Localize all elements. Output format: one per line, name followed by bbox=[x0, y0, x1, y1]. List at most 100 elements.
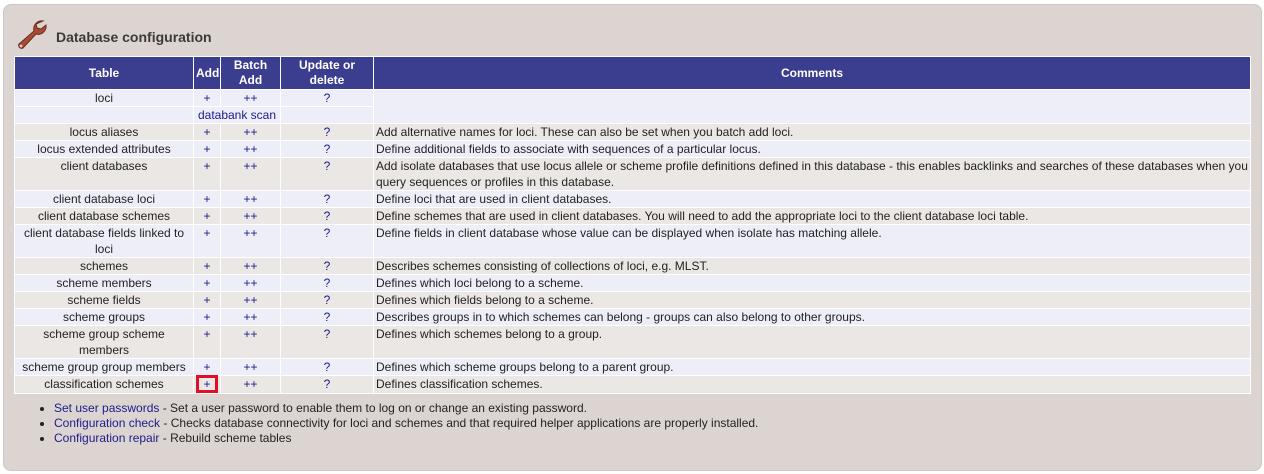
batch-add-link[interactable]: ++ bbox=[243, 377, 257, 391]
comment-cell: Describes schemes consisting of collecti… bbox=[373, 257, 1251, 275]
update-delete-link[interactable]: ? bbox=[324, 125, 331, 139]
table-row: scheme members + ++ ? Defines which loci… bbox=[14, 274, 1251, 292]
add-link[interactable]: + bbox=[203, 209, 210, 223]
table-row: scheme group scheme members + ++ ? Defin… bbox=[14, 325, 1251, 359]
batch-add-link[interactable]: ++ bbox=[243, 91, 257, 105]
update-delete-link[interactable]: ? bbox=[324, 209, 331, 223]
update-delete-link[interactable]: ? bbox=[324, 310, 331, 324]
comment-cell: Defines which fields belong to a scheme. bbox=[373, 291, 1251, 309]
batch-add-link[interactable]: ++ bbox=[243, 125, 257, 139]
update-delete-link[interactable]: ? bbox=[324, 293, 331, 307]
batch-add-link[interactable]: ++ bbox=[243, 293, 257, 307]
batch-add-link[interactable]: ++ bbox=[243, 259, 257, 273]
table-row: client databases + ++ ? Add isolate data… bbox=[14, 157, 1251, 191]
add-link[interactable]: + bbox=[203, 276, 210, 290]
table-row: classification schemes + ++ ? Defines cl… bbox=[14, 375, 1251, 394]
comment-cell: Define loci that are used in client data… bbox=[373, 190, 1251, 208]
add-link[interactable]: + bbox=[203, 226, 210, 240]
wrench-icon bbox=[18, 20, 47, 49]
link-description: - Checks database connectivity for loci … bbox=[160, 416, 759, 430]
table-name: loci bbox=[14, 89, 194, 107]
add-link[interactable]: + bbox=[203, 327, 210, 341]
col-header-update-delete: Update or delete bbox=[280, 56, 374, 90]
table-name: client databases bbox=[14, 157, 194, 191]
link-description: - Set a user password to enable them to … bbox=[159, 401, 587, 415]
batch-add-link[interactable]: ++ bbox=[243, 159, 257, 173]
add-link[interactable]: + bbox=[203, 310, 210, 324]
configuration-check-link[interactable]: Configuration check bbox=[54, 416, 160, 430]
update-delete-cell: ? bbox=[280, 89, 374, 107]
update-delete-link[interactable]: ? bbox=[324, 192, 331, 206]
set-user-passwords-link[interactable]: Set user passwords bbox=[54, 401, 159, 415]
add-link[interactable]: + bbox=[203, 159, 210, 173]
add-link[interactable]: + bbox=[203, 293, 210, 307]
add-link-highlighted[interactable]: + bbox=[196, 375, 218, 393]
table-row: loci + ++ ? bbox=[14, 89, 1251, 124]
batch-add-cell: ++ bbox=[220, 89, 281, 107]
update-delete-link[interactable]: ? bbox=[324, 91, 331, 105]
col-header-add: Add bbox=[193, 56, 221, 90]
batch-add-link[interactable]: ++ bbox=[243, 142, 257, 156]
comment-cell bbox=[373, 89, 1251, 124]
col-header-comments: Comments bbox=[373, 56, 1251, 90]
update-delete-link[interactable]: ? bbox=[324, 360, 331, 374]
comment-cell: Defines which schemes belong to a group. bbox=[373, 325, 1251, 359]
batch-add-link[interactable]: ++ bbox=[243, 360, 257, 374]
table-row: scheme group group members + ++ ? Define… bbox=[14, 358, 1251, 376]
add-link[interactable]: + bbox=[203, 360, 210, 374]
comment-cell: Defines which scheme groups belong to a … bbox=[373, 358, 1251, 376]
table-row: locus aliases + ++ ? Add alternative nam… bbox=[14, 123, 1251, 141]
list-item: Configuration check - Checks database co… bbox=[54, 416, 758, 431]
table-name: scheme group group members bbox=[14, 358, 194, 376]
comment-cell: Define schemes that are used in client d… bbox=[373, 207, 1251, 225]
add-link[interactable]: + bbox=[203, 91, 210, 105]
col-header-batch-add: Batch Add bbox=[220, 56, 281, 90]
add-link[interactable]: + bbox=[203, 125, 210, 139]
table-row: locus extended attributes + ++ ? Define … bbox=[14, 140, 1251, 158]
table-name: classification schemes bbox=[14, 375, 194, 394]
link-description: - Rebuild scheme tables bbox=[159, 431, 292, 445]
config-panel: Database configuration Table Add Batch A… bbox=[3, 4, 1262, 471]
table-name: scheme groups bbox=[14, 308, 194, 326]
add-link[interactable]: + bbox=[203, 192, 210, 206]
add-link[interactable]: + bbox=[203, 259, 210, 273]
batch-add-link[interactable]: ++ bbox=[243, 276, 257, 290]
table-row: client database schemes + ++ ? Define sc… bbox=[14, 207, 1251, 225]
table-name: client database loci bbox=[14, 190, 194, 208]
comment-cell: Add isolate databases that use locus all… bbox=[373, 157, 1251, 191]
add-cell: + bbox=[193, 89, 221, 107]
page-title: Database configuration bbox=[56, 29, 212, 45]
comment-cell: Define fields in client database whose v… bbox=[373, 224, 1251, 258]
list-item: Set user passwords - Set a user password… bbox=[54, 401, 758, 416]
table-row: scheme groups + ++ ? Describes groups in… bbox=[14, 308, 1251, 326]
databank-scan-link[interactable]: databank scan bbox=[198, 108, 276, 122]
batch-add-link[interactable]: ++ bbox=[243, 327, 257, 341]
comment-cell: Describes groups in to which schemes can… bbox=[373, 308, 1251, 326]
table-name: locus aliases bbox=[14, 123, 194, 141]
update-delete-link[interactable]: ? bbox=[324, 159, 331, 173]
update-delete-link[interactable]: ? bbox=[324, 327, 331, 341]
table-row: schemes + ++ ? Describes schemes consist… bbox=[14, 257, 1251, 275]
update-delete-link[interactable]: ? bbox=[324, 377, 331, 391]
comment-cell: Defines which loci belong to a scheme. bbox=[373, 274, 1251, 292]
batch-add-link[interactable]: ++ bbox=[243, 226, 257, 240]
table-name: client database fields linked to loci bbox=[14, 224, 194, 258]
batch-add-link[interactable]: ++ bbox=[243, 209, 257, 223]
update-delete-link[interactable]: ? bbox=[324, 276, 331, 290]
update-delete-link[interactable]: ? bbox=[324, 226, 331, 240]
table-row: client database fields linked to loci + … bbox=[14, 224, 1251, 258]
table-name: scheme group scheme members bbox=[14, 325, 194, 359]
batch-add-link[interactable]: ++ bbox=[243, 310, 257, 324]
add-link[interactable]: + bbox=[203, 142, 210, 156]
update-delete-link[interactable]: ? bbox=[324, 259, 331, 273]
table-name: client database schemes bbox=[14, 207, 194, 225]
table-name: scheme fields bbox=[14, 291, 194, 309]
table-header-row: Table Add Batch Add Update or delete Com… bbox=[14, 56, 1251, 90]
update-delete-link[interactable]: ? bbox=[324, 142, 331, 156]
configuration-repair-link[interactable]: Configuration repair bbox=[54, 431, 159, 445]
batch-add-link[interactable]: ++ bbox=[243, 192, 257, 206]
col-header-table: Table bbox=[14, 56, 194, 90]
comment-cell: Defines classification schemes. bbox=[373, 375, 1251, 394]
table-name: locus extended attributes bbox=[14, 140, 194, 158]
table-name: schemes bbox=[14, 257, 194, 275]
